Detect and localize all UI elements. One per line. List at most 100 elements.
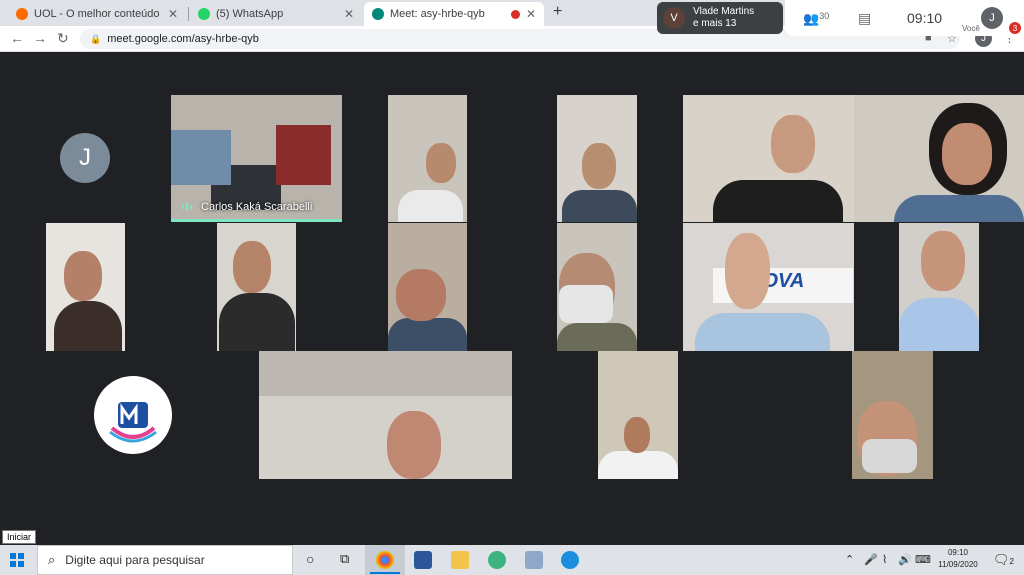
person-shape xyxy=(899,298,979,351)
person-shape xyxy=(598,451,678,479)
uol-favicon-icon xyxy=(16,8,28,20)
participant-tile[interactable] xyxy=(683,95,854,222)
windows-start-icon[interactable] xyxy=(10,553,24,567)
person-shape xyxy=(388,318,467,351)
person-shape xyxy=(426,143,456,183)
avatar: V xyxy=(663,7,685,29)
notification-badge: 3 xyxy=(1009,22,1021,34)
recording-icon xyxy=(510,9,520,19)
lock-icon: 🔒 xyxy=(90,33,102,44)
tab-title: UOL - O melhor conteúdo xyxy=(34,8,160,20)
participant-tile[interactable] xyxy=(854,95,1024,222)
person-shape xyxy=(725,233,770,309)
clock-date: 11/09/2020 xyxy=(938,560,978,569)
edge-icon[interactable] xyxy=(561,551,579,569)
wifi-icon[interactable]: ⌇ xyxy=(882,553,887,566)
person-shape xyxy=(398,190,463,222)
person-shape xyxy=(562,190,637,222)
back-icon[interactable]: ← xyxy=(10,30,24,46)
person-shape xyxy=(387,411,441,479)
person-shape xyxy=(713,180,843,222)
person-shape xyxy=(771,115,815,173)
start-tooltip: Iniciar xyxy=(2,530,37,544)
close-icon[interactable]: ✕ xyxy=(168,7,178,21)
participant-tile[interactable] xyxy=(46,223,125,351)
task-view-icon[interactable]: ⧉ xyxy=(340,551,349,567)
people-button[interactable]: 👥30 xyxy=(803,11,829,27)
microphone-icon[interactable]: 🎤 xyxy=(864,553,878,566)
chevron-up-icon[interactable]: ⌃ xyxy=(845,553,854,566)
window-blinds-shape xyxy=(259,351,512,396)
search-placeholder: Digite aqui para pesquisar xyxy=(65,553,205,567)
self-avatar[interactable]: J xyxy=(981,7,1003,29)
notification-center-icon[interactable]: 🗨2 xyxy=(993,552,1014,568)
tab-title: Meet: asy-hrbe-qyb xyxy=(390,8,485,20)
presenter-name: Vlade Martins xyxy=(693,6,755,17)
active-underline xyxy=(370,572,400,574)
person-shape xyxy=(557,323,637,351)
person-shape xyxy=(233,241,271,293)
tab-whatsapp[interactable]: (5) WhatsApp ✕ xyxy=(190,2,362,26)
face-mask-shape xyxy=(559,285,613,323)
whatsapp-favicon-icon xyxy=(198,8,210,20)
participant-tile[interactable] xyxy=(217,223,296,351)
meeting-time: 09:10 xyxy=(907,10,943,26)
person-shape xyxy=(276,125,331,185)
person-shape xyxy=(219,293,295,351)
close-icon[interactable]: ✕ xyxy=(344,7,354,21)
chat-icon[interactable]: ▤ xyxy=(858,10,871,27)
chrome-icon[interactable] xyxy=(376,551,394,569)
tab-uol[interactable]: UOL - O melhor conteúdo ✕ xyxy=(8,2,186,26)
participant-tile[interactable]: NOVA xyxy=(683,223,854,351)
word-icon[interactable] xyxy=(414,551,432,569)
close-icon[interactable]: ✕ xyxy=(526,7,536,21)
avatar: J xyxy=(60,133,110,183)
person-shape xyxy=(582,143,616,189)
person-shape xyxy=(894,195,1024,222)
windows-taskbar: ⌕ Digite aqui para pesquisar ○ ⧉ ⌃ 🎤 ⌇ 🔊… xyxy=(0,545,1024,575)
clock-time: 09:10 xyxy=(947,548,969,557)
forward-icon[interactable]: → xyxy=(33,30,47,46)
participant-tile[interactable] xyxy=(557,223,637,351)
new-tab-button[interactable]: + xyxy=(553,3,562,21)
participant-tile[interactable] xyxy=(388,223,467,351)
ie-icon[interactable] xyxy=(488,551,506,569)
person-shape xyxy=(396,269,446,321)
tab-title: (5) WhatsApp xyxy=(216,8,284,20)
taskbar-search-input[interactable]: ⌕ Digite aqui para pesquisar xyxy=(37,545,293,575)
tab-separator xyxy=(188,7,189,21)
speaking-indicator-icon xyxy=(182,203,192,211)
reload-icon[interactable]: ↻ xyxy=(57,30,69,47)
you-label: Você xyxy=(962,24,980,33)
person-shape xyxy=(695,313,830,351)
tab-meet[interactable]: Meet: asy-hrbe-qyb ✕ xyxy=(364,2,544,26)
person-shape xyxy=(64,251,102,301)
person-shape xyxy=(54,301,122,351)
search-icon: ⌕ xyxy=(48,552,56,567)
people-icon: 👥 xyxy=(803,11,820,26)
url-text: meet.google.com/asy-hrbe-qyb xyxy=(107,33,259,45)
participant-tile[interactable] xyxy=(388,95,467,222)
participant-tile[interactable] xyxy=(598,351,678,479)
minasse-logo xyxy=(94,376,172,454)
people-count: 30 xyxy=(819,11,830,21)
notification-count: 2 xyxy=(1009,557,1014,566)
presenter-others: e mais 13 xyxy=(693,18,737,29)
taskbar-clock[interactable]: 09:10 11/09/2020 xyxy=(930,547,986,571)
cortana-icon[interactable]: ○ xyxy=(306,551,314,567)
person-shape xyxy=(171,130,231,185)
file-explorer-icon[interactable] xyxy=(451,551,469,569)
active-speaker-border xyxy=(171,219,342,222)
presenter-chip[interactable]: V Vlade Martins e mais 13 xyxy=(657,2,783,34)
participant-tile[interactable] xyxy=(259,351,512,479)
paint-icon[interactable] xyxy=(525,551,543,569)
person-shape xyxy=(942,123,992,185)
person-shape xyxy=(921,231,965,291)
volume-icon[interactable]: 🔊 xyxy=(898,553,912,566)
participant-tile[interactable] xyxy=(852,351,933,479)
language-icon[interactable]: ⌨ xyxy=(915,553,931,566)
participant-tile[interactable] xyxy=(557,95,637,222)
participant-tile[interactable] xyxy=(899,223,979,351)
meet-favicon-icon xyxy=(372,8,384,20)
person-shape xyxy=(624,417,650,453)
